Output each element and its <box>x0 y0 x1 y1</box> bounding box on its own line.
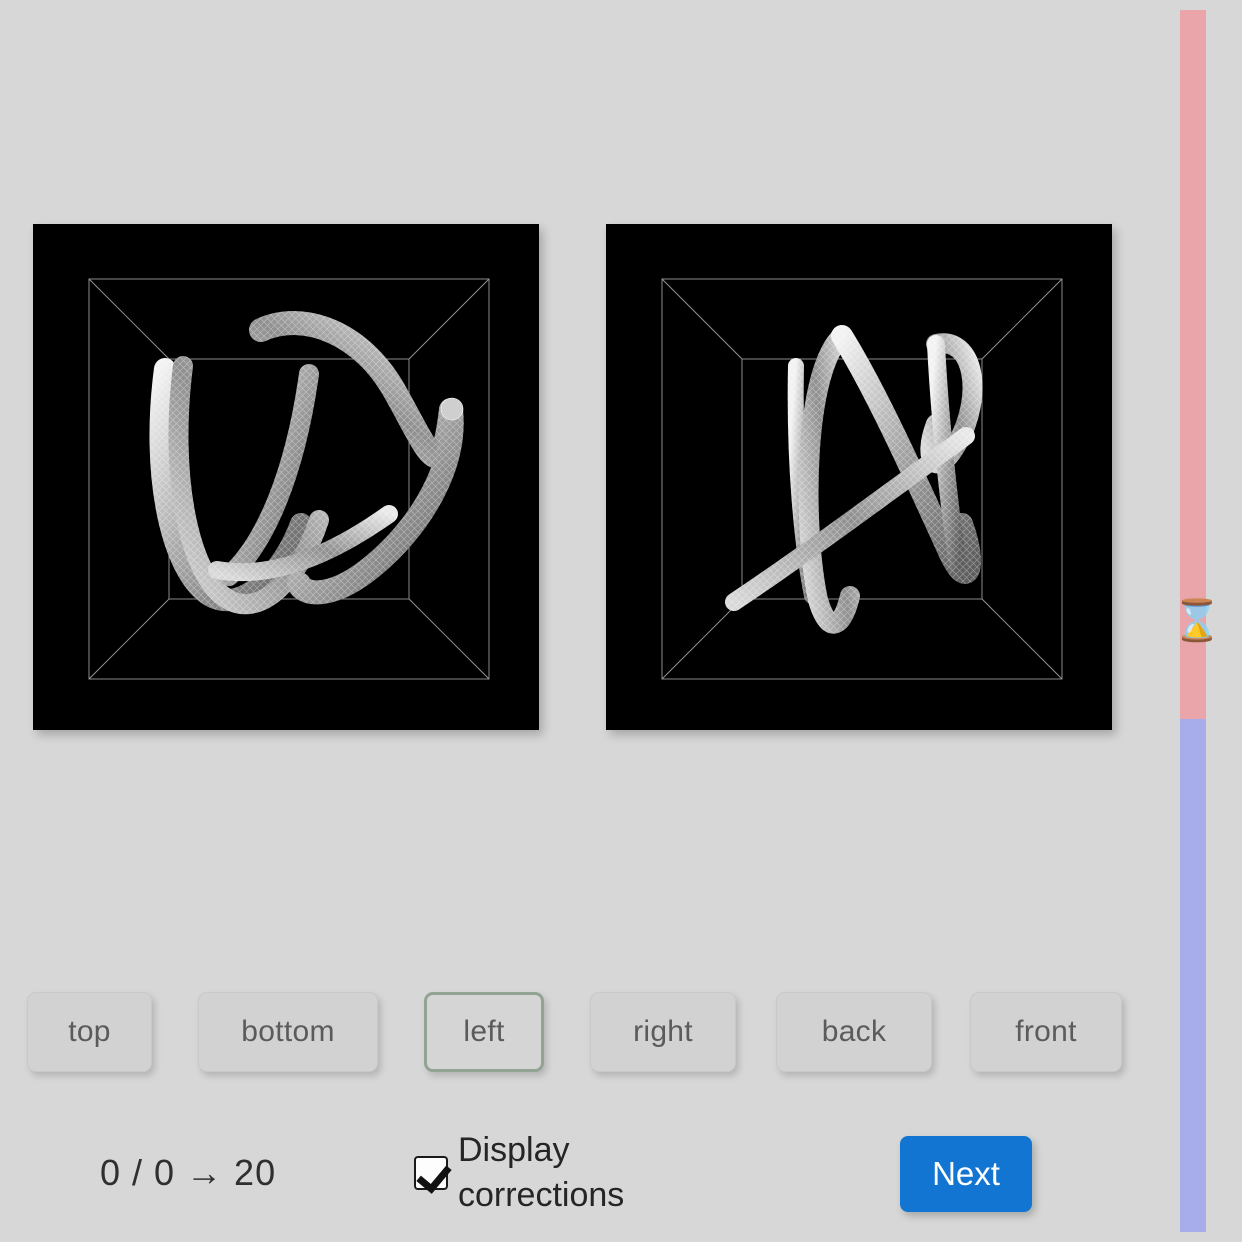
left-3d-shape-view[interactable] <box>33 224 539 730</box>
right-3d-scene <box>661 278 1063 680</box>
left-3d-scene <box>88 278 490 680</box>
tube-curve <box>725 325 983 634</box>
orientation-button-top[interactable]: top <box>27 992 152 1072</box>
display-corrections-checkbox[interactable] <box>414 1155 448 1190</box>
orientation-button-left[interactable]: left <box>424 992 544 1072</box>
app-root: top bottom left right back front 0 / 0 →… <box>0 0 1242 1242</box>
tube-curve <box>149 311 464 615</box>
display-corrections-group[interactable]: Display corrections <box>414 1128 634 1218</box>
trial-counter: 0 / 0 → 20 <box>100 1152 277 1193</box>
bounding-box <box>661 278 1063 680</box>
next-button[interactable]: Next <box>900 1136 1032 1212</box>
orientation-button-right[interactable]: right <box>590 992 736 1072</box>
orientation-button-back[interactable]: back <box>776 992 932 1072</box>
display-corrections-label: Display corrections <box>458 1131 625 1214</box>
hourglass-icon: ⌛ <box>1172 599 1222 643</box>
right-3d-shape-view[interactable] <box>606 224 1112 730</box>
orientation-button-front[interactable]: front <box>970 992 1122 1072</box>
orientation-button-bottom[interactable]: bottom <box>198 992 378 1072</box>
orientation-button-row: top bottom left right back front <box>0 992 1150 1072</box>
